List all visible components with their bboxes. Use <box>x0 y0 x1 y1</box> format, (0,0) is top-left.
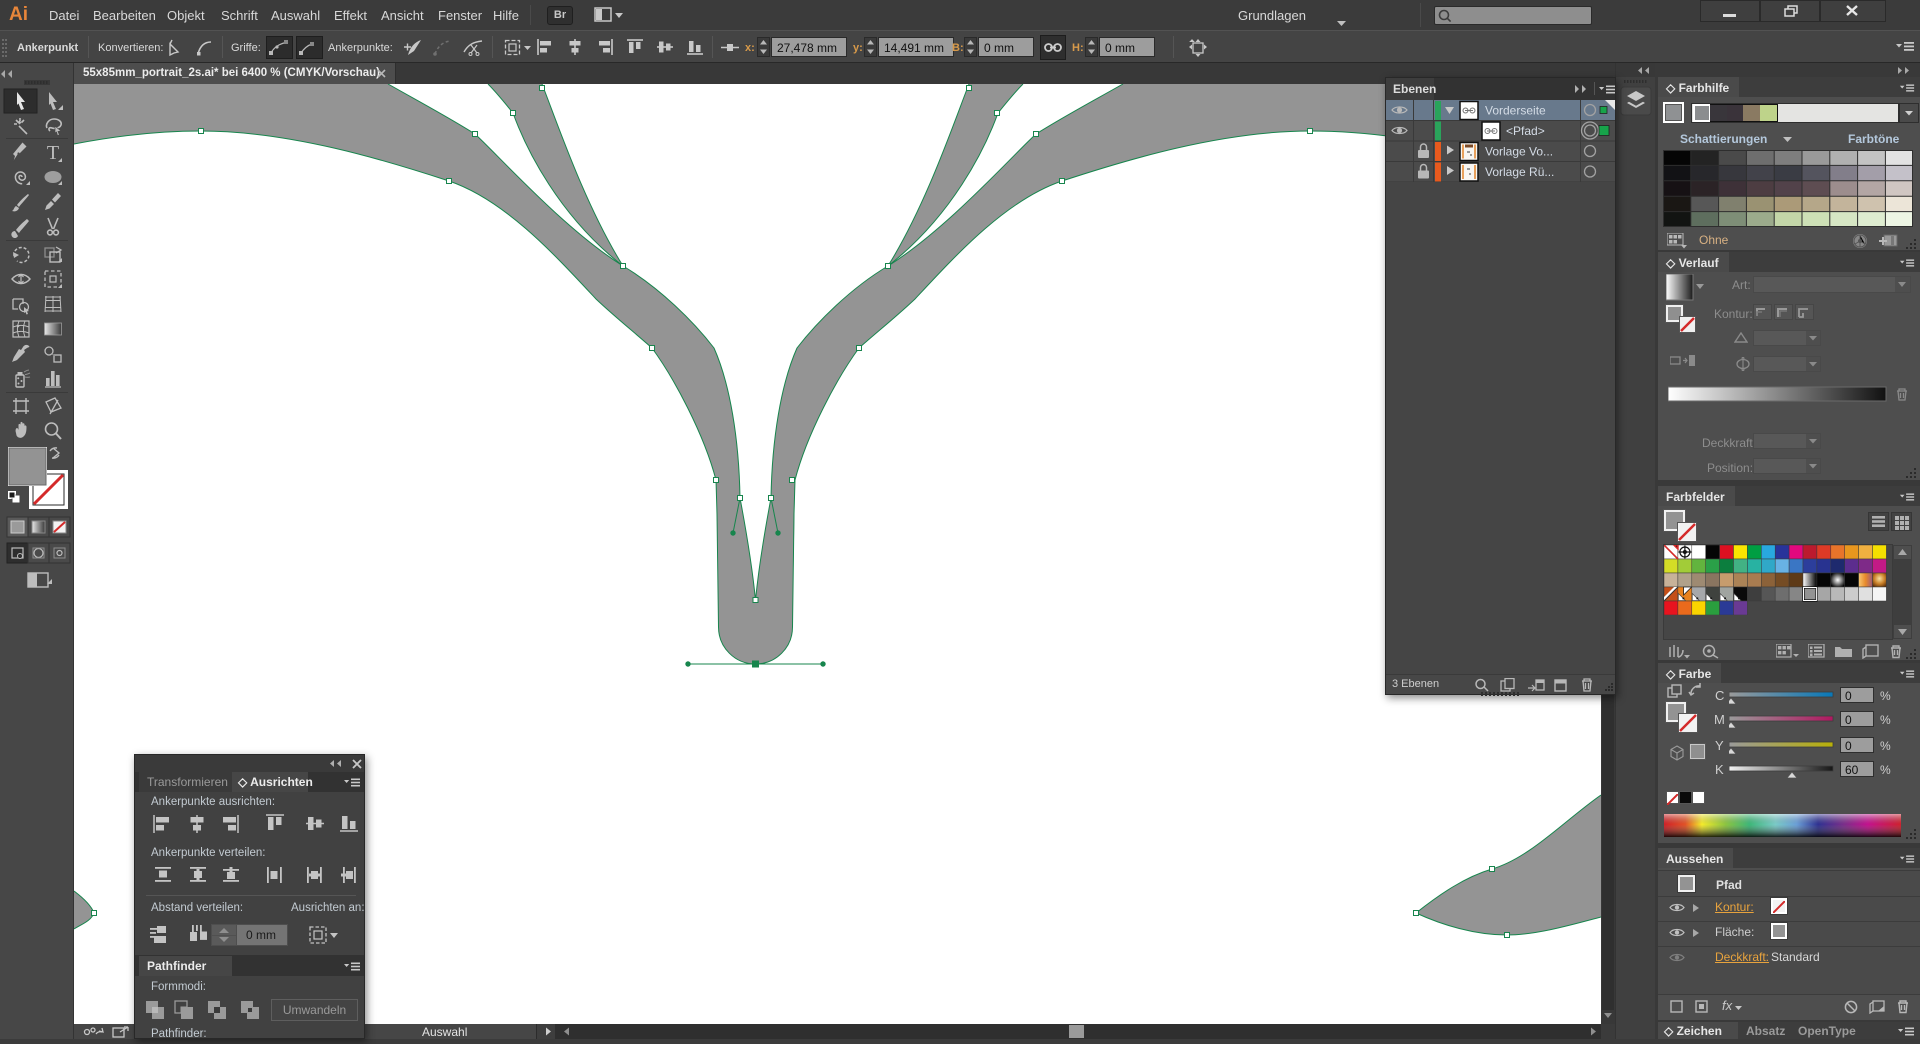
svg-text:Vorderseite: Vorderseite <box>1485 104 1546 118</box>
svg-text:<Pfad>: <Pfad> <box>1506 124 1545 138</box>
svg-text:Vorlage Vo...: Vorlage Vo... <box>1485 145 1553 159</box>
svg-text:Vorlage Rü...: Vorlage Rü... <box>1485 165 1554 179</box>
svg-text:T: T <box>47 142 59 164</box>
